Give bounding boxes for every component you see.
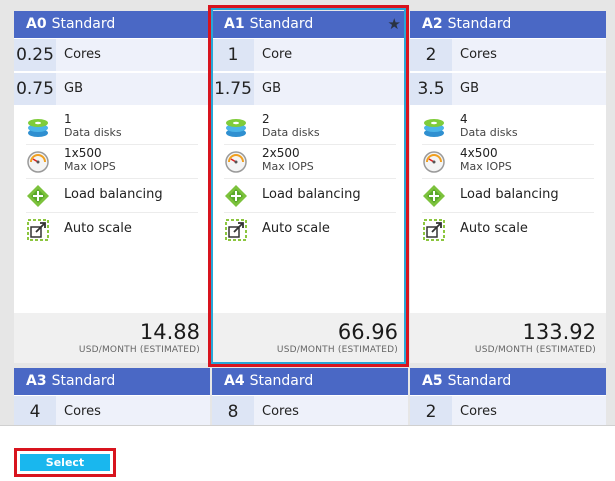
select-button[interactable]: Select bbox=[20, 454, 110, 471]
load-balancing-feature: Load balancing bbox=[26, 179, 198, 213]
cores-row: 2 Cores bbox=[410, 395, 606, 425]
auto-scale-icon bbox=[423, 219, 445, 241]
disks-feature: 1 Data disks bbox=[26, 111, 198, 145]
tier-name: Standard bbox=[447, 373, 512, 389]
cores-value: 4 bbox=[14, 396, 56, 425]
auto-scale-label: Auto scale bbox=[460, 221, 528, 236]
tier-name: Standard bbox=[249, 373, 314, 389]
selected-tier-highlight bbox=[211, 8, 406, 364]
tier-name: Standard bbox=[51, 16, 116, 32]
load-balancing-label: Load balancing bbox=[64, 187, 163, 202]
cores-label: Cores bbox=[460, 404, 497, 419]
disks-count: 1 bbox=[64, 112, 72, 126]
price-amount: 133.92 bbox=[522, 320, 596, 344]
load-balancing-label: Load balancing bbox=[460, 187, 559, 202]
tier-header: A3 Standard bbox=[14, 368, 210, 395]
ram-label: GB bbox=[64, 81, 83, 96]
iops-label: Max IOPS bbox=[64, 160, 116, 173]
feature-list: 4 Data disks 4x500 Max IOPS Load balanci… bbox=[410, 105, 606, 247]
price-unit: USD/MONTH (ESTIMATED) bbox=[78, 345, 200, 355]
ram-value: 0.75 bbox=[14, 73, 56, 105]
disks-label: Data disks bbox=[460, 126, 518, 139]
disks-count: 4 bbox=[460, 112, 468, 126]
tier-header: A0 Standard bbox=[14, 11, 210, 38]
tier-header: A4 Standard bbox=[212, 368, 408, 395]
cores-row: 8 Cores bbox=[212, 395, 408, 425]
iops-value: 4x500 bbox=[460, 146, 498, 160]
load-balancer-icon bbox=[27, 185, 49, 207]
disks-label: Data disks bbox=[64, 126, 122, 139]
disks-feature: 4 Data disks bbox=[422, 111, 594, 145]
ram-row: 3.5 GB bbox=[410, 72, 606, 105]
tier-code: A4 bbox=[224, 373, 245, 389]
price-box: 14.88 USD/MONTH (ESTIMATED) bbox=[14, 313, 210, 363]
cores-value: 2 bbox=[410, 396, 452, 425]
cores-row: 0.25 Cores bbox=[14, 38, 210, 71]
tier-code: A2 bbox=[422, 16, 443, 32]
auto-scale-icon bbox=[27, 219, 49, 241]
iops-feature: 4x500 Max IOPS bbox=[422, 145, 594, 179]
pricing-tier-grid: A0 Standard 0.25 Cores 0.75 GB 1 Data dis… bbox=[0, 0, 615, 425]
tier-header: A5 Standard bbox=[410, 368, 606, 395]
select-button-outline: Select bbox=[14, 448, 116, 477]
disk-stack-icon bbox=[28, 119, 48, 137]
cores-value: 2 bbox=[410, 39, 452, 71]
footer-bar: Select bbox=[0, 425, 615, 481]
tier-code: A3 bbox=[26, 373, 47, 389]
iops-value: 1x500 bbox=[64, 146, 102, 160]
gauge-icon bbox=[423, 151, 445, 173]
ram-value: 3.5 bbox=[410, 73, 452, 105]
cores-label: Cores bbox=[64, 404, 101, 419]
tier-name: Standard bbox=[51, 373, 116, 389]
tier-card-a4[interactable]: A4 Standard 8 Cores bbox=[212, 368, 408, 425]
auto-scale-feature: Auto scale bbox=[26, 213, 198, 247]
cores-row: 2 Cores bbox=[410, 38, 606, 71]
cores-label: Cores bbox=[460, 47, 497, 62]
tier-card-a0[interactable]: A0 Standard 0.25 Cores 0.75 GB 1 Data dis… bbox=[14, 11, 210, 363]
tier-card-a2[interactable]: A2 Standard 2 Cores 3.5 GB 4 Data disks 4… bbox=[410, 11, 606, 363]
tier-header: A2 Standard bbox=[410, 11, 606, 38]
gauge-icon bbox=[27, 151, 49, 173]
cores-value: 8 bbox=[212, 396, 254, 425]
price-box: 133.92 USD/MONTH (ESTIMATED) bbox=[410, 313, 606, 363]
tier-card-a3[interactable]: A3 Standard 4 Cores bbox=[14, 368, 210, 425]
load-balancer-icon bbox=[423, 185, 445, 207]
ram-row: 0.75 GB bbox=[14, 72, 210, 105]
iops-feature: 1x500 Max IOPS bbox=[26, 145, 198, 179]
tier-code: A0 bbox=[26, 16, 47, 32]
auto-scale-label: Auto scale bbox=[64, 221, 132, 236]
cores-row: 4 Cores bbox=[14, 395, 210, 425]
load-balancing-feature: Load balancing bbox=[422, 179, 594, 213]
cores-label: Cores bbox=[64, 47, 101, 62]
tier-card-a5[interactable]: A5 Standard 2 Cores bbox=[410, 368, 606, 425]
cores-label: Cores bbox=[262, 404, 299, 419]
tier-name: Standard bbox=[447, 16, 512, 32]
auto-scale-feature: Auto scale bbox=[422, 213, 594, 247]
price-unit: USD/MONTH (ESTIMATED) bbox=[474, 345, 596, 355]
cores-value: 0.25 bbox=[14, 39, 56, 71]
tier-code: A5 bbox=[422, 373, 443, 389]
disk-stack-icon bbox=[424, 119, 444, 137]
feature-list: 1 Data disks 1x500 Max IOPS Load balanci… bbox=[14, 105, 210, 247]
price-amount: 14.88 bbox=[139, 320, 200, 344]
iops-label: Max IOPS bbox=[460, 160, 512, 173]
ram-label: GB bbox=[460, 81, 479, 96]
